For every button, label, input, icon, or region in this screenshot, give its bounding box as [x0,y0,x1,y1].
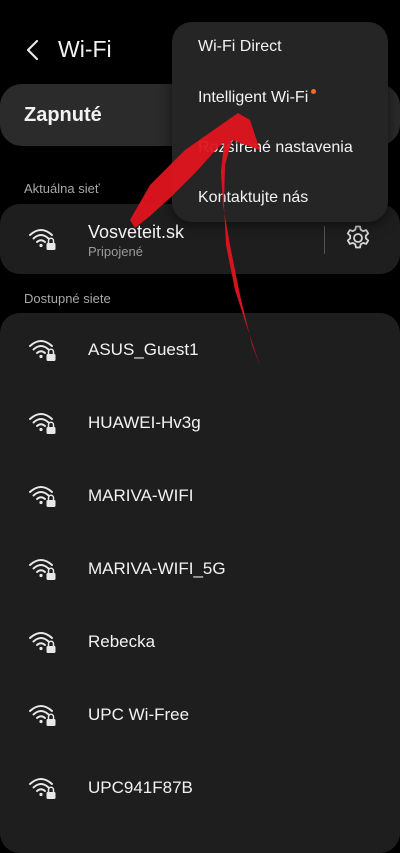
wifi-lock-icon [28,483,58,509]
network-row[interactable]: Rebecka [0,605,400,677]
network-row[interactable]: HUAWEI-Hv3g [0,386,400,458]
chevron-left-icon [26,39,39,61]
network-row[interactable]: UPC Wi-Free [0,678,400,750]
wifi-lock-icon [28,775,58,801]
menu-item-contact-us[interactable]: Kontaktujte nás [198,189,308,207]
current-network-name: Vosveteit.sk [88,222,185,242]
network-name: MARIVA-WIFI [88,486,194,505]
network-row[interactable]: MARIVA-WIFI [0,459,400,531]
network-name: UPC Wi-Free [88,705,190,724]
page-title: Wi-Fi [58,36,112,62]
wifi-lock-icon [28,702,58,728]
network-name: Rebecka [88,632,156,651]
current-network-header: Aktuálna sieť [24,181,100,196]
network-name: MARIVA-WIFI_5G [88,559,226,578]
current-network-status: Pripojené [88,244,143,259]
menu-item-wifi-direct[interactable]: Wi-Fi Direct [198,38,282,56]
available-networks-header: Dostupné siete [24,291,111,306]
network-settings-button[interactable] [344,224,372,252]
network-row[interactable]: UPC941F87B [0,751,400,823]
back-button[interactable] [20,36,48,64]
network-name: ASUS_Guest1 [88,340,199,359]
wifi-lock-icon [28,337,58,363]
wifi-lock-icon [28,226,58,252]
wifi-toggle-label: Zapnuté [24,104,102,126]
available-networks-list: ASUS_Guest1 HUAWEI-Hv3g MARIVA-WIFI MARI… [0,313,400,853]
row-divider [324,226,325,254]
network-name: UPC941F87B [88,778,193,797]
menu-item-intelligent-wifi[interactable]: Intelligent Wi-Fi [198,89,317,107]
overflow-menu: Wi-Fi Direct Intelligent Wi-Fi Rozšírené… [172,22,388,222]
menu-item-advanced-settings[interactable]: Rozšírené nastavenia [198,139,353,157]
notification-dot [311,89,317,94]
wifi-lock-icon [28,556,58,582]
network-row[interactable]: MARIVA-WIFI_5G [0,532,400,604]
gear-icon [346,225,370,249]
wifi-lock-icon [28,410,58,436]
wifi-lock-icon [28,629,58,655]
network-row[interactable]: ASUS_Guest1 [0,313,400,385]
network-name: HUAWEI-Hv3g [88,413,201,432]
